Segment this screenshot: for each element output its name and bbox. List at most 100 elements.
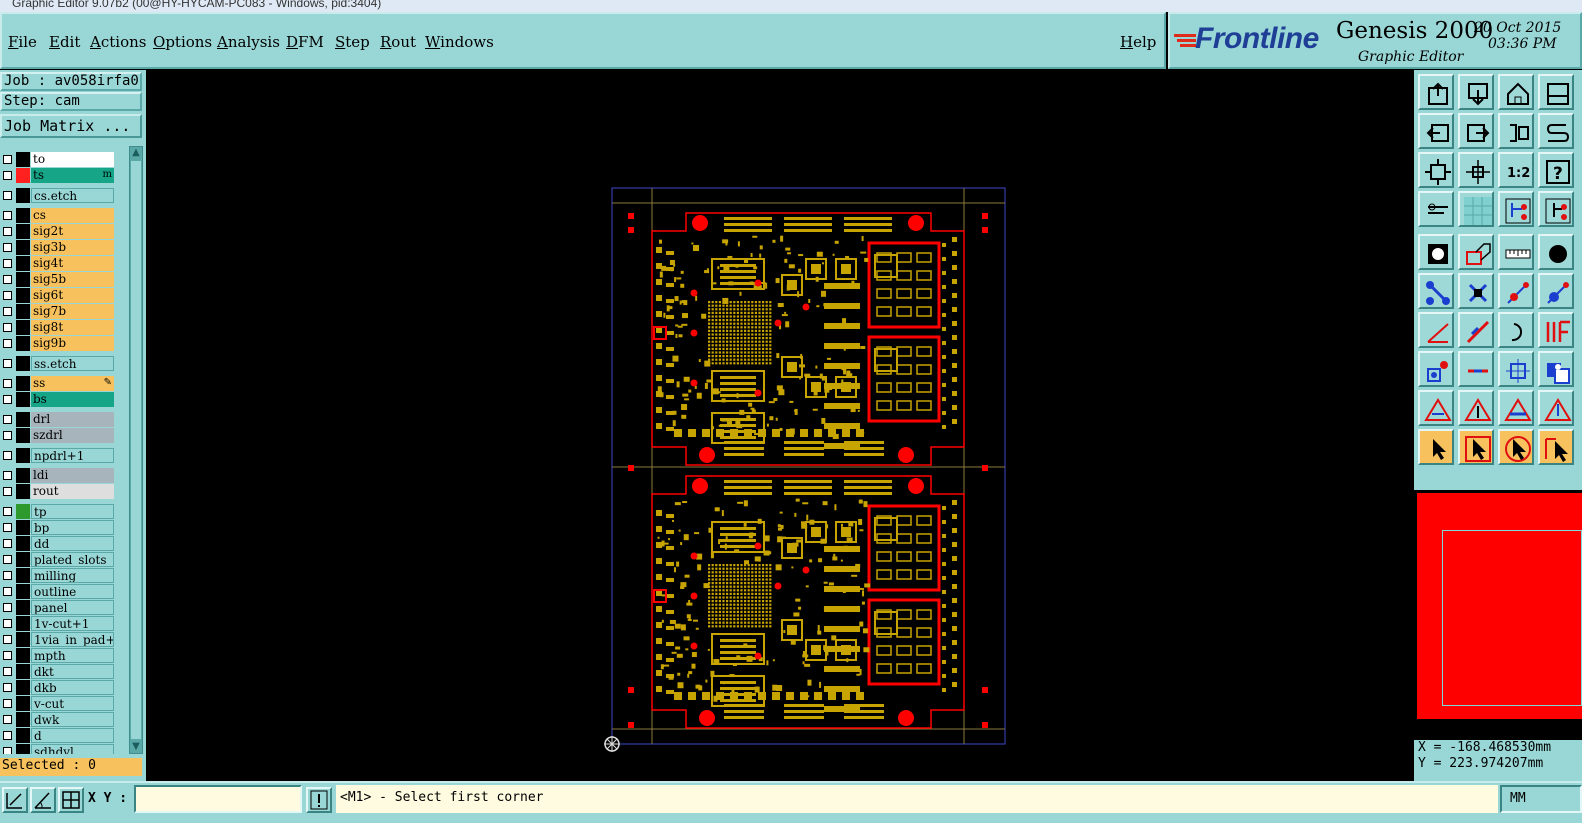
layer-color-swatch[interactable] <box>16 224 30 239</box>
layer-name[interactable]: sig8t <box>31 320 114 335</box>
layer-row-v-cut[interactable]: v-cut <box>0 696 116 711</box>
layer-name[interactable]: ss ✎ <box>31 376 114 391</box>
layer-checkbox[interactable] <box>3 571 12 580</box>
move-up-tool-button[interactable] <box>1418 74 1454 110</box>
layer-checkbox[interactable] <box>3 555 12 564</box>
layer-checkbox[interactable] <box>3 539 12 548</box>
layer-row-outline[interactable]: outline <box>0 584 116 599</box>
layer-row-sig3b[interactable]: sig3b <box>0 240 116 255</box>
layer-row-milling[interactable]: milling <box>0 568 116 583</box>
layer-color-swatch[interactable] <box>16 168 30 183</box>
layer-color-swatch[interactable] <box>16 256 30 271</box>
layer-row-bs[interactable]: bs <box>0 392 116 407</box>
layer-checkbox[interactable] <box>3 291 12 300</box>
pointer-a-tool-button[interactable] <box>1418 429 1454 465</box>
zoom-tool-button[interactable] <box>1458 152 1494 188</box>
layer-checkbox[interactable] <box>3 451 12 460</box>
layer-checkbox[interactable] <box>3 651 12 660</box>
layer-name[interactable]: panel <box>31 600 114 615</box>
help-tool-button[interactable]: ? <box>1538 152 1574 188</box>
arc-tool-button[interactable] <box>1498 312 1534 348</box>
layer-name[interactable]: dwk <box>31 712 114 727</box>
layer-row-rout[interactable]: rout <box>0 484 116 499</box>
minus-tool-button[interactable] <box>1458 351 1494 387</box>
attr-tool-button[interactable] <box>1418 351 1454 387</box>
pad-tool-button[interactable] <box>1418 234 1454 270</box>
layer-row-sig5b[interactable]: sig5b <box>0 272 116 287</box>
tri-c-tool-button[interactable] <box>1498 390 1534 426</box>
forward-tool-button[interactable] <box>1458 113 1494 149</box>
connect-tool-button[interactable] <box>1418 273 1454 309</box>
layer-checkbox[interactable] <box>3 603 12 612</box>
layer-row-cs-etch[interactable]: cs.etch <box>0 188 116 203</box>
layer-color-swatch[interactable] <box>16 336 30 351</box>
layer-checkbox[interactable] <box>3 431 12 440</box>
layer-checkbox[interactable] <box>3 415 12 424</box>
layer-row-bp[interactable]: bp <box>0 520 116 535</box>
line-tool-button[interactable] <box>1458 312 1494 348</box>
menu-file[interactable]: File <box>8 33 37 51</box>
layer-row-sig9b[interactable]: sig9b <box>0 336 116 351</box>
angle-mode-button[interactable] <box>30 787 56 813</box>
ff-tool-button[interactable] <box>1538 312 1574 348</box>
layer-name[interactable]: sig7b <box>31 304 114 319</box>
cross-tool-button[interactable] <box>1458 273 1494 309</box>
layer-color-swatch[interactable] <box>16 648 30 663</box>
xy-input[interactable] <box>134 785 302 813</box>
layer-color-swatch[interactable] <box>16 696 30 711</box>
layer-row-tp[interactable]: tp <box>0 504 116 519</box>
layer-color-swatch[interactable] <box>16 552 30 567</box>
layer-color-swatch[interactable] <box>16 320 30 335</box>
layer-name[interactable]: ss.etch <box>31 356 114 371</box>
layer-name[interactable]: cs.etch <box>31 188 114 203</box>
overview-viewport-frame[interactable] <box>1442 530 1582 706</box>
scroll-up-icon[interactable]: ▲ <box>130 147 142 159</box>
layer-row-sig8t[interactable]: sig8t <box>0 320 116 335</box>
layer-name[interactable]: ts m <box>31 168 114 183</box>
layer-name[interactable]: sig6t <box>31 288 114 303</box>
layer-color-swatch[interactable] <box>16 600 30 615</box>
layer-checkbox[interactable] <box>3 667 12 676</box>
layer-name[interactable]: dkt <box>31 664 114 679</box>
layer-name[interactable]: tp <box>31 504 114 519</box>
layer-checkbox[interactable] <box>3 259 12 268</box>
grid-tool-button[interactable] <box>1458 191 1494 227</box>
net-b-tool-button[interactable] <box>1538 191 1574 227</box>
layer-name[interactable]: ldi <box>31 468 114 483</box>
outline-tool-button[interactable] <box>1458 234 1494 270</box>
layer-row-mpth[interactable]: mpth <box>0 648 116 663</box>
overview-map[interactable] <box>1414 490 1582 735</box>
layer-name[interactable]: sdhdyl <box>31 744 114 754</box>
layer-checkbox[interactable] <box>3 699 12 708</box>
layer-checkbox[interactable] <box>3 471 12 480</box>
layer-color-swatch[interactable] <box>16 272 30 287</box>
layer-name[interactable]: sig2t <box>31 224 114 239</box>
layer-row-to[interactable]: to <box>0 152 116 167</box>
pointer-d-tool-button[interactable] <box>1538 429 1574 465</box>
layer-checkbox[interactable] <box>3 587 12 596</box>
net-a-tool-button[interactable] <box>1498 191 1534 227</box>
layer-checkbox[interactable] <box>3 359 12 368</box>
layer-row-d[interactable]: d <box>0 728 116 743</box>
layer-row-sig2t[interactable]: sig2t <box>0 224 116 239</box>
pcb-view[interactable] <box>146 70 1414 781</box>
layer-checkbox[interactable] <box>3 683 12 692</box>
menu-edit[interactable]: Edit <box>49 33 80 51</box>
layer-checkbox[interactable] <box>3 487 12 496</box>
layer-color-swatch[interactable] <box>16 356 30 371</box>
layer-row-sig7b[interactable]: sig7b <box>0 304 116 319</box>
menu-dfm[interactable]: DFM <box>286 33 324 51</box>
layer-checkbox[interactable] <box>3 155 12 164</box>
pointer-b-tool-button[interactable] <box>1458 429 1494 465</box>
circle-tool-button[interactable] <box>1538 234 1574 270</box>
back-tool-button[interactable] <box>1418 113 1454 149</box>
layer-row-sig6t[interactable]: sig6t <box>0 288 116 303</box>
layer-name[interactable]: sig5b <box>31 272 114 287</box>
tri-b-tool-button[interactable] <box>1458 390 1494 426</box>
layer-color-swatch[interactable] <box>16 412 30 427</box>
layer-row-ldi[interactable]: ldi <box>0 468 116 483</box>
layer-row-1v-cut-1[interactable]: 1v-cut+1 <box>0 616 116 631</box>
layer-row-npdrl-1[interactable]: npdrl+1 <box>0 448 116 463</box>
layout-tool-button[interactable] <box>1538 74 1574 110</box>
menu-options[interactable]: Options <box>153 33 212 51</box>
